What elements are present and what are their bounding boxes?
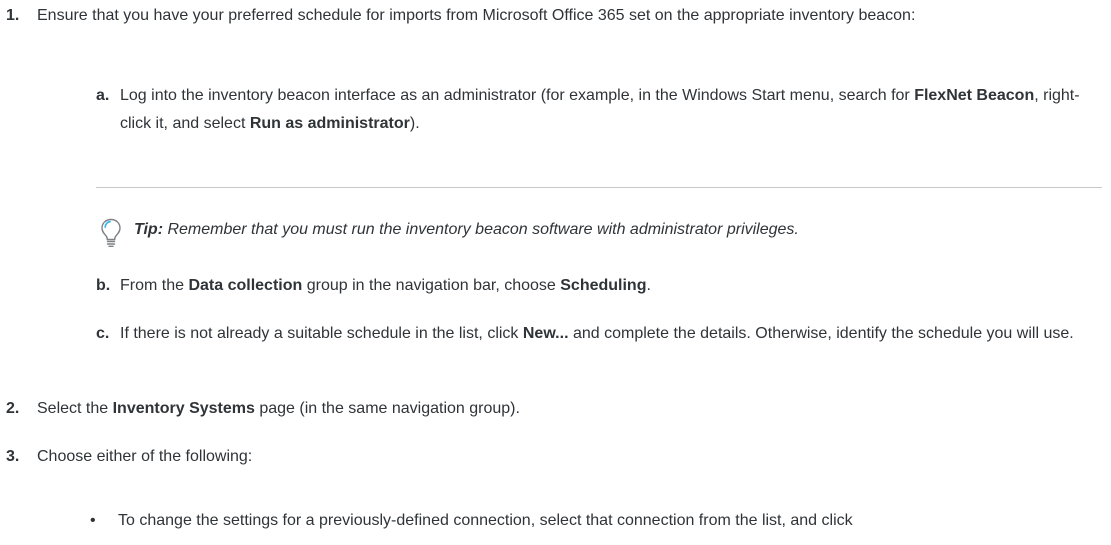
- ui-term-inventory-systems: Inventory Systems: [112, 400, 255, 417]
- tip-text: Tip: Remember that you must run the inve…: [134, 221, 799, 238]
- bullet-dot: •: [90, 512, 96, 529]
- substep-text: From the Data collection group in the na…: [120, 277, 651, 294]
- bullet-text: To change the settings for a previously-…: [118, 512, 853, 529]
- step-3: 3. Choose either of the following:: [6, 443, 1101, 471]
- step-number: 2.: [6, 400, 20, 417]
- substep-letter: a.: [96, 87, 110, 104]
- substep-letter: b.: [96, 277, 111, 294]
- tip-note: Tip: Remember that you must run the inve…: [100, 216, 1100, 248]
- ui-term-new: New...: [522, 325, 569, 342]
- substep-letter: c.: [96, 325, 110, 342]
- step-1a: a. Log into the inventory beacon interfa…: [96, 82, 1102, 138]
- step-text: Ensure that you have your preferred sche…: [37, 7, 916, 24]
- substep-text: If there is not already a suitable sched…: [120, 325, 1074, 342]
- ui-term-flexnet-beacon: FlexNet Beacon: [914, 87, 1035, 104]
- tip-label: Tip:: [134, 221, 164, 238]
- step-2: 2. Select the Inventory Systems page (in…: [6, 395, 1101, 423]
- step-text: Choose either of the following:: [37, 448, 253, 465]
- step-text: Select the Inventory Systems page (in th…: [37, 400, 520, 417]
- tip-divider: [96, 187, 1102, 188]
- ui-term-run-as-administrator: Run as administrator: [249, 115, 410, 132]
- step-1: 1. Ensure that you have your preferred s…: [6, 2, 1101, 58]
- step-1c: c. If there is not already a suitable sc…: [96, 320, 1102, 376]
- lightbulb-icon: [100, 218, 122, 248]
- substep-text: Log into the inventory beacon interface …: [120, 87, 1080, 132]
- ui-term-data-collection: Data collection: [188, 277, 303, 294]
- step-number: 1.: [6, 7, 20, 24]
- document-page: 1. Ensure that you have your preferred s…: [0, 0, 1111, 545]
- step-1b: b. From the Data collection group in the…: [96, 272, 1102, 300]
- step-number: 3.: [6, 448, 20, 465]
- ui-term-scheduling: Scheduling: [560, 277, 647, 294]
